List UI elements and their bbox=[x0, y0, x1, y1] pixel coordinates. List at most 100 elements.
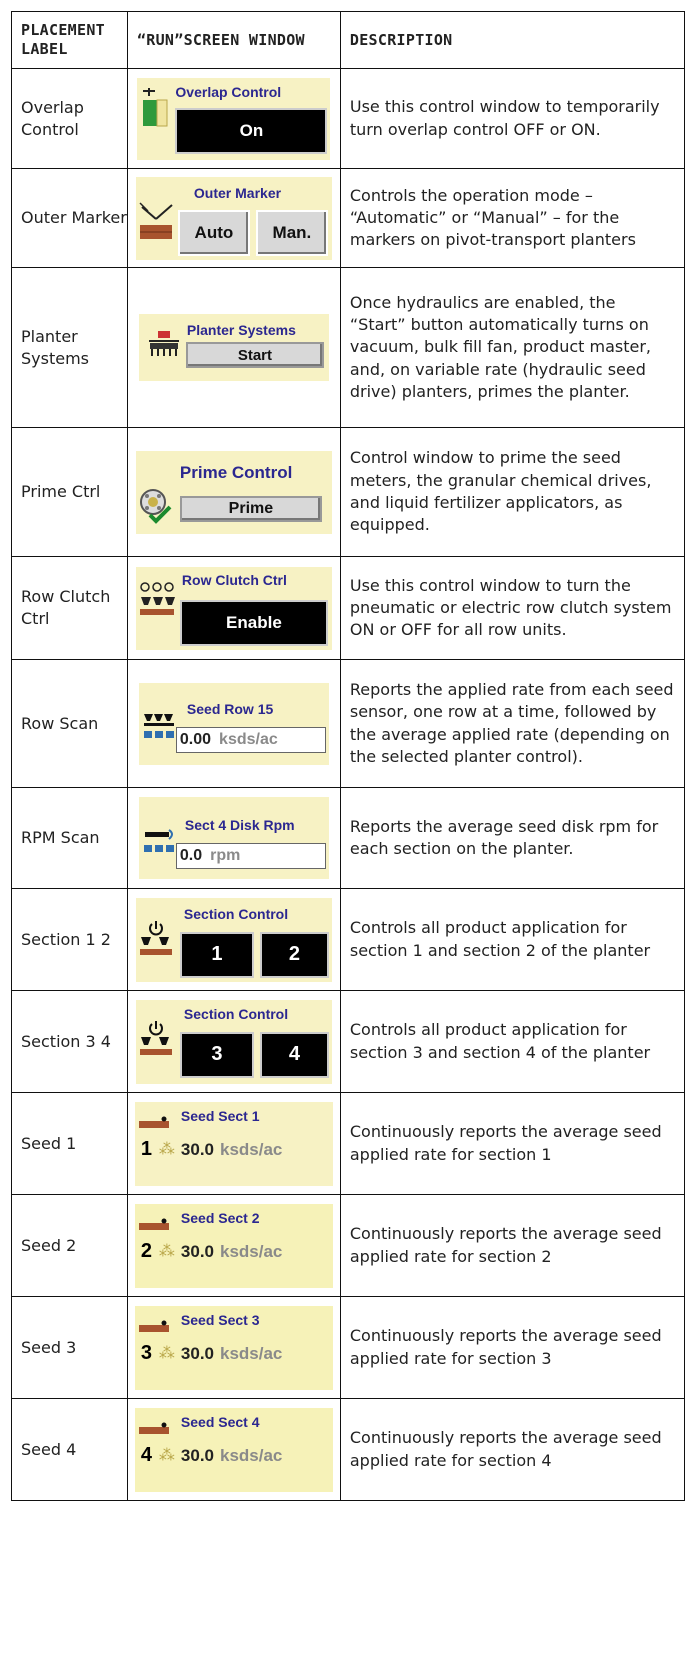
seed-icon: ⁂ bbox=[158, 1344, 175, 1362]
placement-label: Seed 3 bbox=[11, 1296, 128, 1399]
window-title: Overlap Control bbox=[175, 83, 282, 100]
window-title: Section Control bbox=[183, 1005, 289, 1022]
prime-icon bbox=[139, 488, 172, 524]
section-number: 3 bbox=[140, 1341, 153, 1364]
window-cell: Overlap Control On bbox=[126, 68, 341, 169]
description: Reports the average seed disk rpm for ea… bbox=[339, 787, 685, 889]
seed-rate-value: 30.0 bbox=[180, 1241, 214, 1261]
header-placement-label: PLACEMENT LABEL bbox=[11, 11, 128, 69]
window-cell: Seed Sect 4 4 ⁂ 30.0 ksds/ac bbox=[126, 1398, 341, 1501]
row-clutch-icon bbox=[139, 581, 175, 615]
placement-label: Seed 1 bbox=[11, 1092, 128, 1195]
seed-rate-unit: ksds/ac bbox=[220, 1343, 283, 1363]
table-row: Row Scan Seed Row 15 0.00 ksds/ac Reports… bbox=[11, 659, 685, 788]
placement-label: Planter Systems bbox=[11, 267, 128, 428]
window-cell: Seed Sect 3 3 ⁂ 30.0 ksds/ac bbox=[126, 1296, 341, 1399]
section-icon bbox=[139, 1020, 172, 1055]
description: Continuously reports the average seed ap… bbox=[339, 1398, 685, 1501]
planter-systems-window: Planter Systems Start bbox=[138, 314, 329, 381]
rpm-scan-window: Sect 4 Disk Rpm 0.0 rpm bbox=[138, 797, 329, 879]
planter-icon bbox=[148, 331, 179, 356]
section-2-button[interactable]: 2 bbox=[259, 931, 329, 978]
window-cell: Seed Sect 2 2 ⁂ 30.0 ksds/ac bbox=[126, 1194, 341, 1297]
section-number: 4 bbox=[140, 1443, 153, 1466]
seed-2-window: Seed Sect 2 2 ⁂ 30.0 ksds/ac bbox=[134, 1203, 333, 1288]
section-3-button[interactable]: 3 bbox=[179, 1031, 254, 1078]
seed-1-window: Seed Sect 1 1 ⁂ 30.0 ksds/ac bbox=[134, 1101, 333, 1186]
disk-rpm-icon bbox=[143, 829, 174, 852]
section-icon bbox=[139, 920, 172, 955]
window-title: Prime Control bbox=[179, 462, 293, 482]
description: Continuously reports the average seed ap… bbox=[339, 1194, 685, 1297]
placement-label: Overlap Control bbox=[11, 68, 128, 169]
manual-button[interactable]: Man. bbox=[255, 209, 328, 256]
rpm-value: 0.0 bbox=[179, 847, 203, 864]
start-button[interactable]: Start bbox=[185, 342, 324, 368]
seed-section-icon bbox=[138, 1116, 169, 1128]
overlap-control-window: Overlap Control On bbox=[137, 77, 331, 160]
window-cell: Planter Systems Start bbox=[126, 267, 341, 428]
seed-rate-readout: 30.0 ksds/ac bbox=[181, 1344, 282, 1364]
seed-section-icon bbox=[138, 1218, 169, 1230]
table-row: Overlap Control Overlap Control On Use t… bbox=[11, 68, 685, 169]
window-cell: Section Control 3 4 bbox=[126, 990, 341, 1093]
description: Control window to prime the seed meters,… bbox=[339, 427, 685, 557]
window-title: Seed Row 15 bbox=[186, 700, 274, 717]
description: Once hydraulics are enabled, the “Start”… bbox=[339, 267, 685, 428]
prime-control-window: Prime Control Prime bbox=[135, 450, 332, 534]
table-row: Seed 2 Seed Sect 2 2 ⁂ 30.0 ksds/ac Conti… bbox=[11, 1194, 685, 1297]
description: Continuously reports the average seed ap… bbox=[339, 1296, 685, 1399]
description: Continuously reports the average seed ap… bbox=[339, 1092, 685, 1195]
window-cell: Seed Sect 1 1 ⁂ 30.0 ksds/ac bbox=[126, 1092, 341, 1195]
window-title: Sect 4 Disk Rpm bbox=[184, 817, 295, 833]
table-row: Seed 1 Seed Sect 1 1 ⁂ 30.0 ksds/ac Conti… bbox=[11, 1092, 685, 1195]
table-row: Prime Ctrl Prime Control Prime Control w… bbox=[11, 427, 685, 557]
section-1-button[interactable]: 1 bbox=[179, 931, 254, 978]
run-screen-table: PLACEMENT LABEL “RUN”SCREEN WINDOW DESCR… bbox=[11, 11, 685, 1501]
section-number: 2 bbox=[140, 1239, 153, 1262]
table-row: Outer Marker Outer Marker Auto Man. Cont… bbox=[11, 168, 685, 268]
window-cell: Seed Row 15 0.00 ksds/ac bbox=[126, 659, 341, 788]
section-4-button[interactable]: 4 bbox=[259, 1031, 329, 1078]
enable-button[interactable]: Enable bbox=[179, 599, 328, 646]
placement-label: Row Scan bbox=[11, 659, 128, 788]
section-number: 1 bbox=[140, 1137, 153, 1160]
window-title: Planter Systems bbox=[186, 322, 296, 338]
description: Use this control window to temporarily t… bbox=[339, 68, 685, 169]
row-scan-window: Seed Row 15 0.00 ksds/ac bbox=[138, 682, 329, 765]
placement-label: Section 1 2 bbox=[11, 888, 128, 991]
table-row: RPM Scan Sect 4 Disk Rpm 0.0 rpm Reports … bbox=[11, 787, 685, 889]
seed-rate-value: 30.0 bbox=[180, 1445, 214, 1465]
table-row: Planter Systems Planter Systems Start On… bbox=[11, 267, 685, 428]
auto-button[interactable]: Auto bbox=[177, 209, 250, 256]
overlap-icon bbox=[143, 87, 168, 126]
seed-icon: ⁂ bbox=[158, 1446, 175, 1464]
seed-3-window: Seed Sect 3 3 ⁂ 30.0 ksds/ac bbox=[134, 1305, 333, 1390]
window-cell: Row Clutch Ctrl Enable bbox=[126, 556, 341, 660]
seed-4-window: Seed Sect 4 4 ⁂ 30.0 ksds/ac bbox=[134, 1407, 333, 1492]
section-1-2-window: Section Control 1 2 bbox=[135, 897, 332, 982]
table-row: Section 3 4 Section Control 3 4 Controls… bbox=[11, 990, 685, 1093]
seed-rate-unit: ksds/ac bbox=[220, 1241, 283, 1261]
seed-rate-unit: ksds/ac bbox=[220, 1445, 283, 1465]
description: Controls all product application for sec… bbox=[339, 888, 685, 991]
placement-label: Outer Marker bbox=[11, 168, 128, 268]
table-row: Seed 3 Seed Sect 3 3 ⁂ 30.0 ksds/ac Conti… bbox=[11, 1296, 685, 1399]
window-cell: Sect 4 Disk Rpm 0.0 rpm bbox=[126, 787, 341, 889]
description: Use this control window to turn the pneu… bbox=[339, 556, 685, 660]
overlap-on-button[interactable]: On bbox=[175, 107, 328, 154]
seed-icon: ⁂ bbox=[158, 1242, 175, 1260]
seed-rate-readout: 30.0 ksds/ac bbox=[181, 1242, 282, 1262]
outer-marker-window: Outer Marker Auto Man. bbox=[135, 176, 332, 260]
placement-label: Seed 2 bbox=[11, 1194, 128, 1297]
seed-section-icon bbox=[138, 1422, 169, 1434]
marker-icon bbox=[139, 201, 173, 239]
placement-label: Seed 4 bbox=[11, 1398, 128, 1501]
table-row: Seed 4 Seed Sect 4 4 ⁂ 30.0 ksds/ac Conti… bbox=[11, 1398, 685, 1501]
window-title: Seed Sect 1 bbox=[180, 1107, 260, 1124]
seed-rate-value: 30.0 bbox=[180, 1139, 214, 1159]
row-rate-readout: 0.00 ksds/ac bbox=[175, 726, 326, 753]
section-3-4-window: Section Control 3 4 bbox=[135, 999, 332, 1084]
prime-button[interactable]: Prime bbox=[179, 495, 322, 522]
table-row: Row Clutch Ctrl Row Clutch Ctrl Enable U… bbox=[11, 556, 685, 660]
